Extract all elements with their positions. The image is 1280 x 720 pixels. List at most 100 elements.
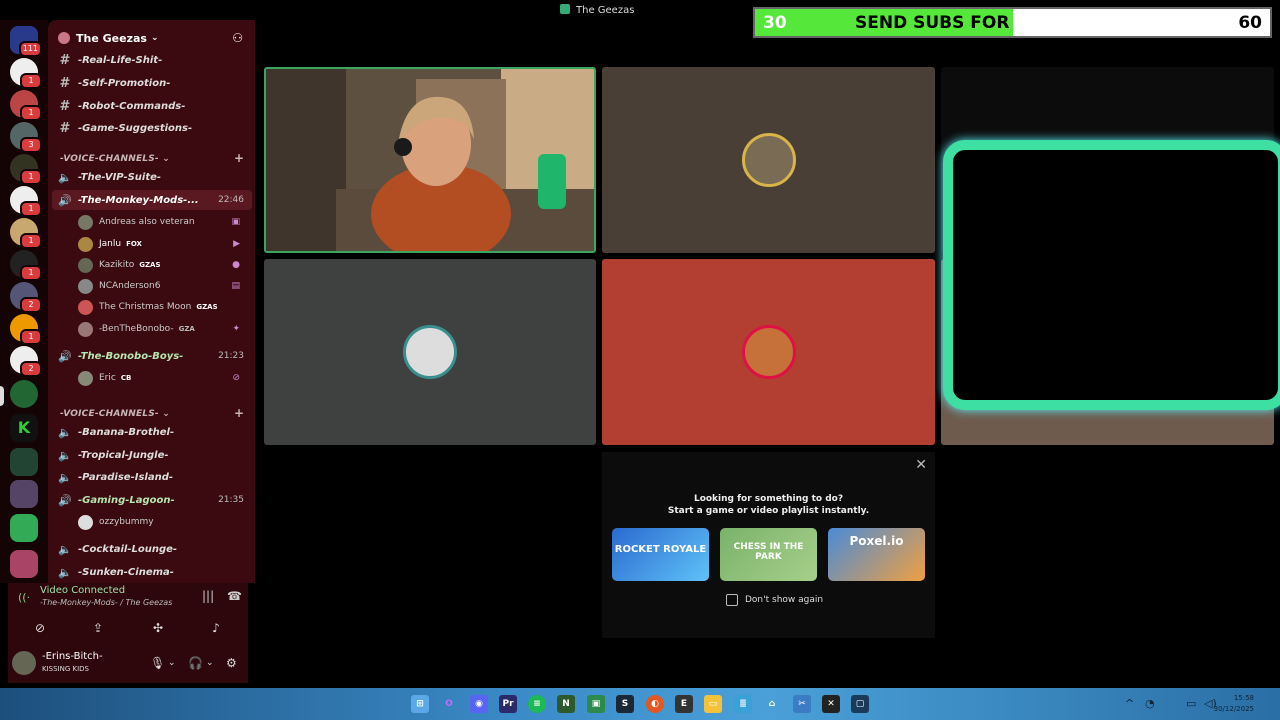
dont-show-again-checkbox[interactable]: [726, 594, 738, 606]
start-icon[interactable]: ⊞: [411, 695, 429, 713]
avatar: [741, 325, 796, 379]
game-card-chess-in-the-park[interactable]: CHESS IN THE PARK: [720, 528, 817, 581]
category-voice-channels[interactable]: -VOICE-CHANNELS- ⌄ +: [60, 151, 244, 165]
noise-suppression-icon[interactable]: |||: [202, 589, 214, 603]
activities-button[interactable]: ✣: [134, 617, 182, 639]
avatar: [78, 299, 93, 315]
notepad-icon[interactable]: ≣: [734, 695, 752, 713]
avatar: [741, 133, 796, 187]
channel-self-promotion[interactable]: # -Self-Promotion-: [52, 73, 252, 93]
video-tile-user-4[interactable]: [264, 259, 596, 445]
disconnect-icon[interactable]: ☎: [227, 589, 242, 603]
category-voice-channels-2[interactable]: -VOICE-CHANNELS- ⌄ +: [60, 406, 244, 420]
voice-channel-tropical-jungle[interactable]: 🔈 -Tropical-Jungle-: [52, 445, 252, 465]
microphone-icon[interactable]: 🎙: [150, 656, 165, 670]
screen-share-button[interactable]: ⇪: [74, 617, 122, 639]
snipping-icon[interactable]: ✂: [793, 695, 811, 713]
gear-icon[interactable]: ⚙: [226, 656, 237, 670]
activity-suggestion-popup: ✕ Looking for something to do? Start a g…: [602, 452, 935, 638]
voice-channel-bonobo-boys[interactable]: 🔊 -The-Bonobo-Boys- 21:23: [52, 346, 252, 366]
channel-game-suggestions[interactable]: # -Game-Suggestions-: [52, 118, 252, 138]
steam-icon[interactable]: S: [616, 695, 634, 713]
spotify-icon[interactable]: ≡: [528, 695, 546, 713]
server-icon-3[interactable]: 3: [10, 122, 42, 153]
camera-off-button[interactable]: ⊘: [16, 617, 64, 639]
speaker-icon: 🔈: [58, 565, 72, 579]
voice-user[interactable]: Janlu FOX ▶: [78, 234, 250, 254]
activities-icon: ✣: [152, 621, 164, 635]
server-icon-4[interactable]: 1: [10, 154, 42, 185]
game-card-rocket-royale[interactable]: ROCKET ROYALE: [612, 528, 709, 581]
add-channel-icon[interactable]: +: [234, 151, 244, 165]
speaker-icon: 🔈: [58, 170, 72, 184]
server-icon-6[interactable]: 1: [10, 218, 42, 249]
channel-robot-commands[interactable]: # -Robot-Commands-: [52, 96, 252, 116]
voice-channel-banana-brothel[interactable]: 🔈 -Banana-Brothel-: [52, 422, 252, 442]
server-icon-10[interactable]: 2: [10, 346, 42, 377]
avatar: [78, 278, 93, 294]
server-icon-8[interactable]: 2: [10, 282, 42, 313]
server-icon: [560, 4, 570, 14]
voice-user[interactable]: Eric CB ⊘: [78, 368, 250, 388]
obs-icon[interactable]: ▣: [587, 695, 605, 713]
voice-user[interactable]: Andreas also veteran ▣: [78, 212, 250, 232]
discord-icon[interactable]: ◉: [470, 695, 488, 713]
channel-real-life-shit[interactable]: # -Real-Life-Shit-: [52, 50, 252, 70]
avatar: [78, 370, 93, 386]
user-panel: -Erins-Bitch- KISSING KIDS 🎙 ⌄ 🎧 ⌄ ⚙: [8, 645, 248, 681]
display-icon[interactable]: ▭: [1186, 697, 1196, 710]
server-icon-5[interactable]: 1: [10, 186, 42, 217]
chevron-down-icon[interactable]: ⌄: [168, 658, 176, 668]
voice-channel-gaming-lagoon[interactable]: 🔊 -Gaming-Lagoon- 21:35: [52, 490, 252, 510]
hash-icon: #: [59, 75, 71, 91]
chevron-down-icon[interactable]: ⌄: [206, 658, 214, 668]
voice-user[interactable]: NCAnderson6 ▤: [78, 276, 250, 296]
chevron-up-icon[interactable]: ^: [1125, 697, 1134, 710]
server-icon-1[interactable]: 1: [10, 58, 42, 89]
camera-off-icon: ⊘: [34, 621, 46, 635]
voice-user[interactable]: The Christmas Moon GZAS: [78, 297, 250, 317]
server-icon-9[interactable]: 1: [10, 314, 42, 345]
opera-icon[interactable]: O: [440, 695, 458, 713]
video-tile-user-5[interactable]: [602, 259, 935, 445]
server-icon-11[interactable]: [10, 448, 38, 476]
system-clock[interactable]: 15:58 30/12/2025: [1214, 693, 1254, 715]
voice-channel-sunken-cinema[interactable]: 🔈 -Sunken-Cinema-: [52, 562, 252, 582]
close-icon[interactable]: ✕: [915, 457, 927, 473]
headphones-icon[interactable]: 🎧: [188, 656, 203, 670]
app-icon[interactable]: ⌂: [763, 695, 781, 713]
avatar[interactable]: [12, 651, 36, 675]
voice-user[interactable]: Kazikito GZAS ●: [78, 255, 250, 275]
voice-channel-paradise-island[interactable]: 🔈 -Paradise-Island-: [52, 467, 252, 487]
window-icon[interactable]: ▢: [851, 695, 869, 713]
server-icon-14[interactable]: [10, 550, 38, 578]
network-icon[interactable]: ◔: [1145, 697, 1155, 710]
file-explorer-icon[interactable]: ▭: [704, 695, 722, 713]
capcut-icon[interactable]: ✕: [822, 695, 840, 713]
voice-channel-cocktail-lounge[interactable]: 🔈 -Cocktail-Lounge-: [52, 539, 252, 559]
add-channel-icon[interactable]: +: [234, 406, 244, 420]
voice-user[interactable]: -BenTheBonobo- GZA ✦: [78, 319, 250, 339]
speaker-icon: 🔈: [58, 448, 72, 462]
voice-channel-vip-suite[interactable]: 🔈 -The-VIP-Suite-: [52, 167, 252, 187]
server-icon-2[interactable]: 1: [10, 90, 42, 121]
nvidia-icon[interactable]: N: [557, 695, 575, 713]
screen-share-icon: ▣: [231, 217, 240, 227]
voice-channel-monkey-mods[interactable]: 🔊 -The-Monkey-Mods-... 22:46: [52, 190, 252, 210]
kick-icon[interactable]: K: [10, 414, 38, 442]
server-icon-13[interactable]: [10, 514, 38, 542]
invite-people-icon[interactable]: ⚇: [232, 31, 243, 45]
home-icon[interactable]: 111: [10, 26, 42, 57]
server-icon-12[interactable]: [10, 480, 38, 508]
video-tile-webcam[interactable]: [264, 67, 596, 253]
voice-user[interactable]: ozzybummy: [78, 512, 250, 532]
avatar: [78, 514, 93, 530]
premiere-icon[interactable]: Pr: [499, 695, 517, 713]
soundboard-button[interactable]: ♪: [192, 617, 240, 639]
game-card-poxel-io[interactable]: Poxel.io: [828, 528, 925, 581]
epic-games-icon[interactable]: E: [675, 695, 693, 713]
video-tile-user-2[interactable]: [602, 67, 935, 253]
server-icon-7[interactable]: 1: [10, 250, 42, 281]
server-icon-geezas[interactable]: [10, 380, 38, 408]
browser-icon[interactable]: ◐: [646, 695, 664, 713]
